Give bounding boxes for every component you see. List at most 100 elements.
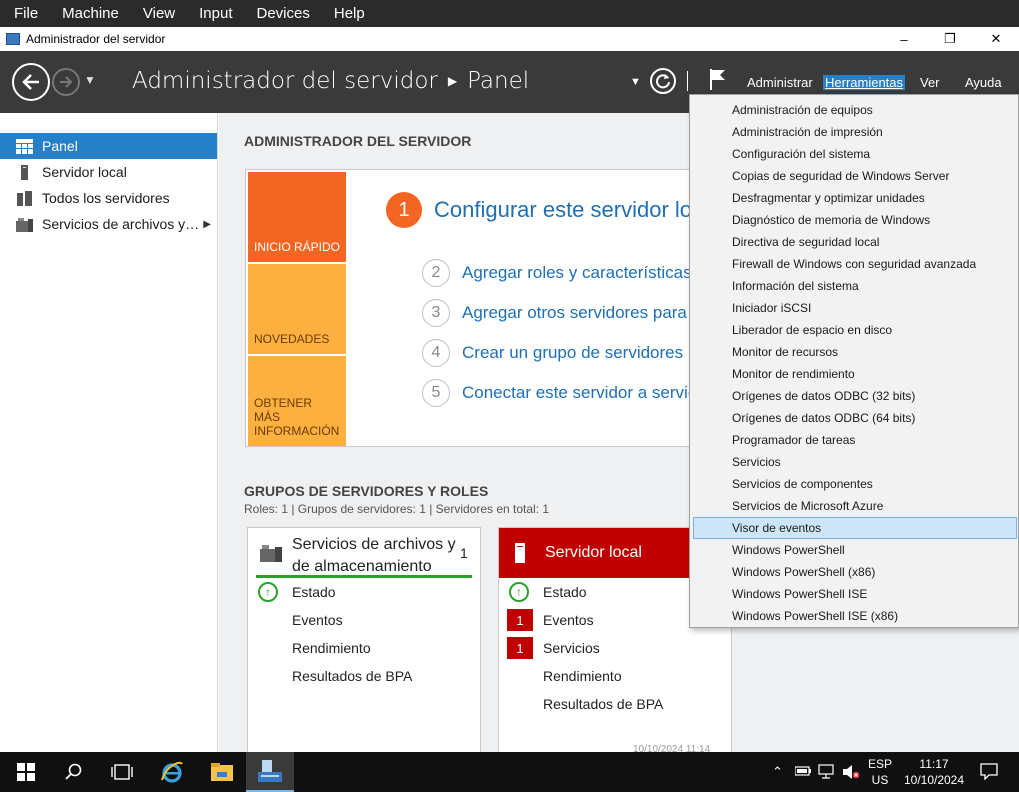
- step-5-number: 5: [422, 379, 450, 407]
- tools-menu-item[interactable]: Desfragmentar y optimizar unidades: [693, 187, 1017, 209]
- vbox-menu-help[interactable]: Help: [320, 5, 375, 22]
- file-row-status[interactable]: ↑ Estado: [248, 578, 480, 606]
- tools-menu-item[interactable]: Liberador de espacio en disco: [693, 319, 1017, 341]
- tile-learn-more[interactable]: OBTENER MÁS INFORMACIÓN: [248, 356, 346, 446]
- local-row-services[interactable]: 1 Servicios: [499, 634, 731, 662]
- minimize-button[interactable]: –: [881, 27, 927, 51]
- search-icon[interactable]: [50, 752, 98, 792]
- tools-menu-item[interactable]: Programador de tareas: [693, 429, 1017, 451]
- sidebar-item-file-services[interactable]: Servicios de archivos y… ▶: [0, 211, 217, 237]
- tools-menu-item[interactable]: Monitor de rendimiento: [693, 363, 1017, 385]
- groups-title: GRUPOS DE SERVIDORES Y ROLES: [244, 483, 489, 499]
- sidebar-item-label: Todos los servidores: [42, 190, 170, 206]
- sidebar-item-local-server[interactable]: Servidor local: [0, 159, 217, 185]
- notifications-icon[interactable]: [980, 762, 998, 783]
- vbox-menu-view[interactable]: View: [129, 5, 185, 22]
- tools-menu-item[interactable]: Directiva de seguridad local: [693, 231, 1017, 253]
- clock[interactable]: 11:17 10/10/2024: [900, 756, 968, 788]
- tools-menu-item[interactable]: Diagnóstico de memoria de Windows: [693, 209, 1017, 231]
- server-icon: [515, 543, 525, 563]
- tools-menu-item[interactable]: Firewall de Windows con seguridad avanza…: [693, 253, 1017, 275]
- breadcrumb-app[interactable]: Administrador del servidor: [132, 68, 438, 94]
- window-titlebar[interactable]: Administrador del servidor – ❐ ✕: [0, 27, 1019, 51]
- tools-menu-item[interactable]: Información del sistema: [693, 275, 1017, 297]
- tile-news-label: NOVEDADES: [254, 332, 330, 346]
- sidebar-item-panel[interactable]: Panel: [0, 133, 217, 159]
- vbox-menu-input[interactable]: Input: [185, 5, 242, 22]
- task-view-icon[interactable]: [98, 752, 146, 792]
- maximize-button[interactable]: ❐: [927, 27, 973, 51]
- tools-menu-item[interactable]: Orígenes de datos ODBC (64 bits): [693, 407, 1017, 429]
- menu-ayuda[interactable]: Ayuda: [965, 75, 1002, 90]
- start-windows-icon[interactable]: [2, 752, 50, 792]
- tools-menu-item[interactable]: Administración de impresión: [693, 121, 1017, 143]
- tools-dropdown-menu: Administración de equipos Administración …: [689, 94, 1019, 628]
- file-row-performance[interactable]: Rendimiento: [248, 634, 480, 662]
- tools-menu-item[interactable]: Configuración del sistema: [693, 143, 1017, 165]
- forward-arrow-icon[interactable]: [52, 68, 80, 96]
- step-1[interactable]: 1 Configurar este servidor local: [386, 192, 720, 228]
- tools-menu-item[interactable]: Servicios de Microsoft Azure: [693, 495, 1017, 517]
- tools-menu-item[interactable]: Orígenes de datos ODBC (32 bits): [693, 385, 1017, 407]
- step-4[interactable]: 4 Crear un grupo de servidores: [422, 339, 683, 367]
- tools-menu-item[interactable]: Servicios de componentes: [693, 473, 1017, 495]
- local-row-bpa[interactable]: Resultados de BPA: [499, 690, 731, 718]
- tools-menu-item[interactable]: Copias de seguridad de Windows Server: [693, 165, 1017, 187]
- quick-start-panel: INICIO RÁPIDO NOVEDADES OBTENER MÁS INFO…: [245, 169, 802, 447]
- tools-menu-item[interactable]: Servicios: [693, 451, 1017, 473]
- local-row-services-label: Servicios: [543, 640, 600, 656]
- sidebar-item-all-servers[interactable]: Todos los servidores: [0, 185, 217, 211]
- tools-menu-item[interactable]: Iniciador iSCSI: [693, 297, 1017, 319]
- file-services-title-line1: Servicios de archivos y: [292, 536, 456, 553]
- file-explorer-icon[interactable]: [198, 752, 246, 792]
- window-controls: – ❐ ✕: [881, 27, 1019, 51]
- file-row-events[interactable]: Eventos: [248, 606, 480, 634]
- language-indicator[interactable]: ESP US: [868, 756, 892, 788]
- tools-menu-item[interactable]: Windows PowerShell ISE (x86): [693, 605, 1017, 627]
- breadcrumb-separator-icon: ▶: [447, 74, 458, 88]
- file-row-bpa[interactable]: Resultados de BPA: [248, 662, 480, 690]
- step-2[interactable]: 2 Agregar roles y características: [422, 259, 692, 287]
- back-arrow-icon[interactable]: [12, 63, 50, 101]
- clock-date: 10/10/2024: [903, 773, 965, 787]
- menu-administrar[interactable]: Administrar: [747, 75, 813, 90]
- step-2-link[interactable]: Agregar roles y características: [462, 263, 692, 283]
- server-manager-taskbar-icon[interactable]: [246, 752, 294, 792]
- network-icon[interactable]: [818, 764, 836, 783]
- welcome-title: ADMINISTRADOR DEL SERVIDOR: [244, 133, 472, 149]
- tools-menu-item[interactable]: Visor de eventos: [693, 517, 1017, 539]
- tile-news[interactable]: NOVEDADES: [248, 264, 346, 354]
- menu-herramientas[interactable]: Herramientas: [823, 75, 906, 90]
- tools-menu-item[interactable]: Windows PowerShell ISE: [693, 583, 1017, 605]
- taskbar: ⌃ ESP US 11:17 10/10/2024: [0, 752, 1019, 792]
- history-dropdown-icon[interactable]: ▼: [84, 73, 96, 87]
- tools-menu-item[interactable]: Windows PowerShell (x86): [693, 561, 1017, 583]
- local-row-bpa-label: Resultados de BPA: [543, 696, 664, 712]
- tools-menu-item[interactable]: Monitor de recursos: [693, 341, 1017, 363]
- file-services-card[interactable]: Servicios de archivos y de almacenamient…: [247, 527, 481, 752]
- file-services-card-header[interactable]: Servicios de archivos y de almacenamient…: [248, 528, 480, 578]
- battery-icon[interactable]: [794, 764, 811, 781]
- internet-explorer-icon[interactable]: [148, 752, 196, 792]
- local-row-performance[interactable]: Rendimiento: [499, 662, 731, 690]
- vbox-menu-file[interactable]: File: [0, 5, 48, 22]
- show-hidden-icons-icon[interactable]: ⌃: [772, 764, 783, 780]
- file-row-events-label: Eventos: [292, 612, 343, 628]
- menu-ver[interactable]: Ver: [920, 75, 940, 90]
- expand-arrow-icon[interactable]: ▶: [203, 219, 211, 230]
- vbox-menu-machine[interactable]: Machine: [48, 5, 129, 22]
- vbox-menu-devices[interactable]: Devices: [243, 5, 320, 22]
- tile-quick-start[interactable]: INICIO RÁPIDO: [248, 172, 346, 262]
- sidebar-item-label: Servicios de archivos y…: [42, 216, 200, 232]
- clock-time: 11:17: [919, 757, 949, 771]
- header-dropdown-icon[interactable]: ▼: [630, 76, 641, 88]
- step-4-link[interactable]: Crear un grupo de servidores: [462, 343, 683, 363]
- tools-menu-item[interactable]: Windows PowerShell: [693, 539, 1017, 561]
- close-button[interactable]: ✕: [973, 27, 1019, 51]
- volume-muted-icon[interactable]: [842, 764, 860, 783]
- refresh-icon[interactable]: [650, 68, 676, 94]
- tools-menu-item[interactable]: Administración de equipos: [693, 99, 1017, 121]
- notifications-flag-icon[interactable]: [708, 67, 728, 91]
- step-1-link[interactable]: Configurar este servidor local: [434, 197, 720, 223]
- sidebar: Panel Servidor local Todos los servidore…: [0, 113, 218, 752]
